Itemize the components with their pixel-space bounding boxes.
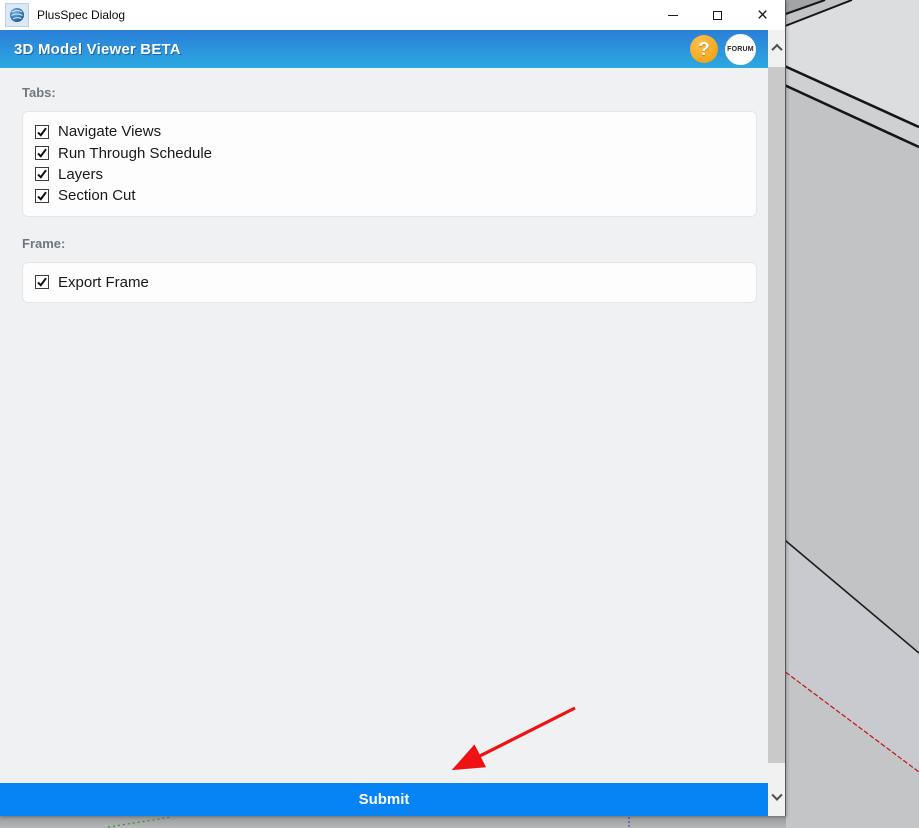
run-through-schedule-checkbox[interactable] <box>35 146 49 161</box>
checkmark-icon <box>37 191 47 201</box>
checkmark-icon <box>37 170 47 180</box>
checkmark-icon <box>37 148 47 158</box>
dialog-title: 3D Model Viewer BETA <box>14 40 181 58</box>
checkbox-label: Section Cut <box>58 187 136 205</box>
scroll-up-button[interactable] <box>768 30 785 66</box>
checkbox-row-layers[interactable]: Layers <box>35 164 744 185</box>
scroll-down-button[interactable] <box>768 780 785 816</box>
checkmark-icon <box>37 277 47 287</box>
frame-card: Export Frame <box>22 261 757 303</box>
section-cut-checkbox[interactable] <box>35 188 49 203</box>
checkbox-row-section-cut[interactable]: Section Cut <box>35 185 744 206</box>
app-icon-button[interactable] <box>5 3 29 27</box>
checkbox-row-export-frame[interactable]: Export Frame <box>35 272 744 293</box>
tabs-card: Navigate Views Run Through Schedule Laye… <box>22 111 757 217</box>
section-label-frame: Frame: <box>22 235 66 251</box>
checkbox-row-run-through-schedule[interactable]: Run Through Schedule <box>35 142 744 163</box>
navigate-views-checkbox[interactable] <box>35 124 49 139</box>
minimize-icon <box>667 14 678 16</box>
export-frame-checkbox[interactable] <box>35 275 49 290</box>
submit-button[interactable]: Submit <box>0 783 768 816</box>
forum-button[interactable]: FORUM <box>725 33 756 65</box>
checkbox-label: Navigate Views <box>58 123 162 141</box>
dialog-header-banner: 3D Model Viewer BETA ? FORUM <box>0 30 768 68</box>
vertical-scrollbar[interactable] <box>768 30 785 816</box>
help-button[interactable]: ? <box>690 35 718 63</box>
layers-checkbox[interactable] <box>35 167 49 182</box>
plusspec-dialog-window: PlusSpec Dialog × 3D Model Viewer BETA ?… <box>0 0 786 816</box>
close-button[interactable]: × <box>740 0 785 30</box>
scrollbar-thumb[interactable] <box>768 67 785 763</box>
window-title: PlusSpec Dialog <box>37 8 126 22</box>
checkbox-label: Export Frame <box>58 273 149 291</box>
minimize-button[interactable] <box>650 0 695 30</box>
dialog-content: Tabs: Navigate Views Run Through Schedul… <box>0 68 768 783</box>
window-controls: × <box>650 0 785 30</box>
chevron-down-icon <box>770 789 783 801</box>
section-label-tabs: Tabs: <box>22 85 56 100</box>
submit-button-label: Submit <box>358 791 410 808</box>
question-mark-icon: ? <box>698 38 710 59</box>
checkbox-row-navigate-views[interactable]: Navigate Views <box>35 121 744 142</box>
checkbox-label: Layers <box>58 165 104 183</box>
checkbox-label: Run Through Schedule <box>58 144 212 162</box>
forum-button-label: FORUM <box>727 45 754 53</box>
title-bar: PlusSpec Dialog × <box>0 0 785 30</box>
chevron-up-icon <box>770 43 783 56</box>
banner-actions: ? FORUM <box>690 33 756 65</box>
maximize-icon <box>713 10 722 20</box>
checkmark-icon <box>37 127 47 137</box>
plusspec-app-icon <box>10 8 24 22</box>
maximize-button[interactable] <box>695 0 740 30</box>
close-icon: × <box>756 4 769 26</box>
